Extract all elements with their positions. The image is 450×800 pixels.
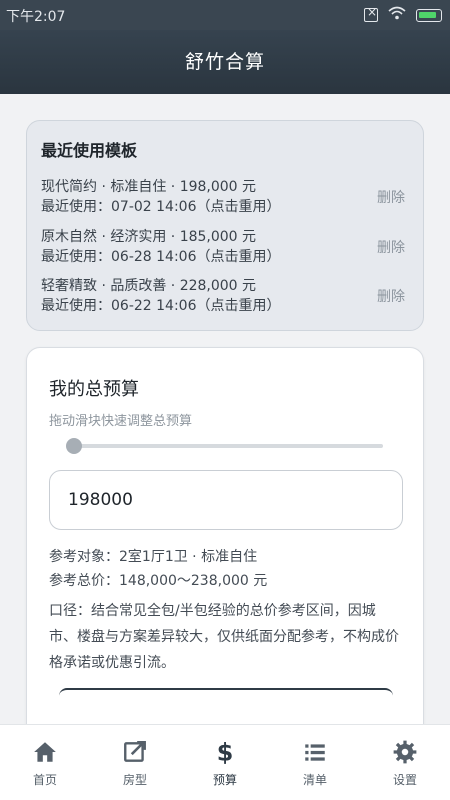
template-summary: 现代简约 · 标准自住 · 198,000 元	[41, 179, 257, 195]
status-icons	[364, 5, 442, 24]
bottom-nav: 首页 房型 $ 预算 清单 设置	[0, 724, 450, 800]
nav-label: 房型	[122, 773, 147, 787]
sim-icon	[364, 5, 378, 22]
reference-target: 参考对象：2室1厅1卫 · 标准自住	[49, 549, 258, 565]
edit-icon	[122, 739, 148, 765]
battery-icon	[416, 8, 442, 22]
page-title: 舒竹合算	[184, 51, 265, 73]
recent-templates-title: 最近使用模板	[41, 141, 138, 160]
delete-button[interactable]: 删除	[377, 286, 405, 306]
budget-slider-track[interactable]	[71, 444, 383, 448]
template-summary: 轻奢精致 · 品质改善 · 228,000 元	[41, 278, 257, 294]
next-section-edge	[59, 688, 393, 696]
app-header: 舒竹合算	[0, 30, 450, 94]
wifi-icon	[388, 6, 406, 24]
status-time: 下午2:07	[6, 9, 66, 25]
template-last-used: 最近使用：07-02 14:06（点击重用）	[41, 199, 281, 215]
delete-button[interactable]: 删除	[377, 187, 405, 207]
budget-card: 我的总预算 拖动滑块快速调整总预算 参考对象：2室1厅1卫 · 标准自住 参考总…	[26, 347, 424, 747]
template-last-used: 最近使用：06-22 14:06（点击重用）	[41, 298, 281, 314]
recent-templates-card: 最近使用模板 现代简约 · 标准自住 · 198,000 元 最近使用：07-0…	[26, 120, 424, 331]
reference-total: 参考总价：148,000～238,000 元	[49, 573, 268, 589]
recent-template-item[interactable]: 原木自然 · 经济实用 · 185,000 元 最近使用：06-28 14:06…	[41, 227, 411, 271]
svg-text:$: $	[217, 739, 234, 765]
budget-title: 我的总预算	[49, 379, 139, 400]
delete-button[interactable]: 删除	[377, 237, 405, 257]
nav-item-budget[interactable]: $ 预算	[180, 725, 270, 800]
recent-template-item[interactable]: 轻奢精致 · 品质改善 · 228,000 元 最近使用：06-22 14:06…	[41, 276, 411, 320]
dollar-icon: $	[212, 739, 238, 767]
budget-input[interactable]	[49, 470, 403, 530]
nav-item-home[interactable]: 首页	[0, 725, 90, 800]
nav-label: 清单	[302, 773, 327, 787]
nav-item-floorplan[interactable]: 房型	[90, 725, 180, 800]
nav-label: 首页	[32, 773, 57, 787]
nav-label: 预算	[212, 773, 237, 787]
list-icon	[302, 739, 328, 765]
template-summary: 原木自然 · 经济实用 · 185,000 元	[41, 229, 257, 245]
nav-item-list[interactable]: 清单	[270, 725, 360, 800]
status-bar: 下午2:07	[0, 0, 450, 30]
template-last-used: 最近使用：06-28 14:06（点击重用）	[41, 249, 281, 265]
budget-hint: 拖动滑块快速调整总预算	[49, 414, 193, 429]
home-icon	[32, 739, 58, 765]
budget-slider-thumb[interactable]	[66, 438, 82, 454]
nav-label: 设置	[392, 773, 417, 787]
reference-note: 口径：结合常见全包/半包经验的总价参考区间，因城市、楼盘与方案差异较大，仅供纸面…	[49, 603, 399, 671]
gear-icon	[392, 739, 418, 765]
recent-template-item[interactable]: 现代简约 · 标准自住 · 198,000 元 最近使用：07-02 14:06…	[41, 177, 411, 221]
nav-item-settings[interactable]: 设置	[360, 725, 450, 800]
